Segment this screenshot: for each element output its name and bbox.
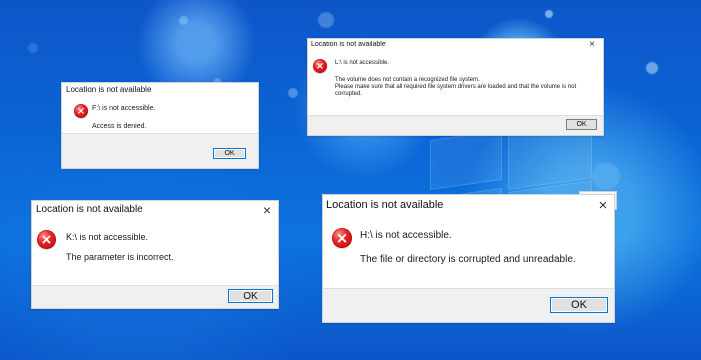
error-icon: × [37,230,56,249]
error-dialog-f: Location is not available × F:\ is not a… [61,82,259,169]
dialog-title: Location is not available [66,85,152,94]
ok-button[interactable]: OK [228,289,273,303]
error-dialog-h: Location is not available × × H:\ is not… [322,194,615,323]
close-icon[interactable]: × [587,39,597,50]
dialog-message-line: The file or directory is corrupted and u… [360,254,576,265]
dialog-titlebar: Location is not available [62,83,258,96]
background-bokeh-light [646,62,658,74]
error-icon: × [313,59,327,73]
close-icon[interactable]: × [598,198,608,213]
dialog-title: Location is not available [36,204,143,215]
dialog-title: Location is not available [326,199,444,211]
dialog-content: × L:\ is not accessible. The volume does… [308,50,603,117]
background-bokeh-light [545,10,553,18]
dialog-message-line: K:\ is not accessible. [66,232,149,242]
dialog-message-line: H:\ is not accessible. [360,230,452,241]
ok-button[interactable]: OK [550,297,608,313]
close-icon[interactable]: × [262,203,272,217]
error-dialog-l: Location is not available × × L:\ is not… [307,38,604,136]
dialog-titlebar: Location is not available × [323,195,614,215]
windows-logo-pane [430,129,502,190]
dialog-message-line: The parameter is incorrect. [66,252,174,262]
dialog-message-line: The volume does not contain a recognized… [335,77,480,83]
ok-button[interactable]: OK [566,119,597,130]
error-dialog-k: Location is not available × × K:\ is not… [31,200,279,309]
dialog-message-line: corrupted. [335,91,363,97]
background-bokeh-light [179,16,188,25]
dialog-message-line: Access is denied. [92,123,147,130]
background-bokeh-light [318,12,334,28]
dialog-titlebar: Location is not available × [308,39,603,50]
background-bokeh-light [28,43,38,53]
error-icon: × [74,104,88,118]
dialog-footer: OK [308,115,603,135]
dialog-message-line: Please make sure that all required file … [335,84,577,90]
dialog-footer: OK [323,288,614,322]
dialog-content: × H:\ is not accessible. The file or dir… [323,215,614,290]
dialog-message-line: L:\ is not accessible. [335,60,390,66]
dialog-message-line: F:\ is not accessible. [92,105,156,112]
ok-button[interactable]: OK [213,148,246,159]
dialog-footer: OK [62,133,258,168]
dialog-titlebar: Location is not available × [32,201,278,218]
dialog-title: Location is not available [311,41,386,48]
dialog-content: × K:\ is not accessible. The parameter i… [32,218,278,287]
dialog-content: × F:\ is not accessible. Access is denie… [62,96,258,135]
dialog-footer: OK [32,285,278,308]
background-bokeh-light [288,88,298,98]
error-icon: × [332,228,352,248]
